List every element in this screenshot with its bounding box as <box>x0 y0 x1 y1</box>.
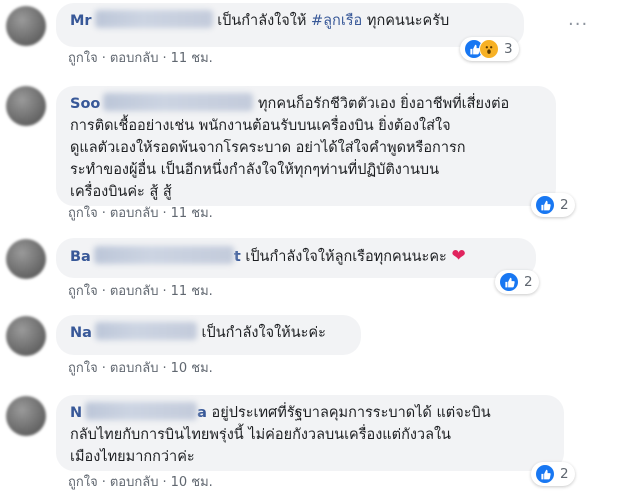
timestamp[interactable]: 10 ชม. <box>171 475 213 490</box>
comment-bubble: Na อยู่ประเทศที่รัฐบาลคุมการระบาดได้ แต่… <box>56 395 564 471</box>
comment-author[interactable]: Mr <box>70 10 213 29</box>
more-options-button[interactable]: ··· <box>568 14 588 35</box>
comment-3: Ba t เป็นกำลังใจให้ลูกเรือทุกคนนะคะ ❤ 2 ถ… <box>0 233 621 303</box>
like-icon <box>499 272 519 292</box>
comment-text-line: ทุกคนก็อรักชีวิตตัวเอง ยิ่งอาชีพที่เสี่ย… <box>257 96 510 112</box>
like-link[interactable]: ถูกใจ <box>68 206 98 221</box>
comment-bubble: Mr เป็นกำลังใจให้ #ลูกเรือ ทุกคนนะครับ <box>56 3 524 47</box>
comment-author[interactable]: Ba t <box>70 246 241 265</box>
wow-icon <box>479 39 499 59</box>
avatar[interactable] <box>6 86 46 126</box>
like-link[interactable]: ถูกใจ <box>68 361 98 376</box>
timestamp[interactable]: 10 ชม. <box>171 361 213 376</box>
comment-text-line: กลับไทยกับการบินไทยพรุ่งนี้ ไม่ค่อยกังวล… <box>70 427 451 443</box>
comment-author[interactable]: Soo <box>70 93 254 112</box>
avatar[interactable] <box>6 239 46 279</box>
avatar[interactable] <box>6 396 46 436</box>
comment-author[interactable]: Na <box>70 402 207 421</box>
like-link[interactable]: ถูกใจ <box>68 284 98 299</box>
comment-meta: ถูกใจ · ตอบกลับ · 11 ชม. <box>68 51 213 66</box>
comment-bubble: Soo ทุกคนก็อรักชีวิตตัวเอง ยิ่งอาชีพที่เ… <box>56 86 556 206</box>
reaction-count: 2 <box>560 197 569 213</box>
comment-text-line: ระทำของผู้อื่น เป็นอีกหนึ่งกำลังใจให้ทุก… <box>70 162 440 178</box>
redacted-name <box>103 93 254 111</box>
comment-4: Na เป็นกำลังใจให้นะค่ะ ถูกใจ · ตอบกลับ · 10 … <box>0 310 621 380</box>
comment-text: เป็นกำลังใจให้ลูกเรือทุกคนนะคะ <box>245 249 447 265</box>
like-link[interactable]: ถูกใจ <box>68 51 98 66</box>
reaction-summary[interactable]: 3 <box>460 37 519 61</box>
like-icon <box>535 195 555 215</box>
avatar[interactable] <box>6 316 46 356</box>
redacted-name <box>94 322 197 340</box>
comment-text: เป็นกำลังใจให้นะค่ะ <box>201 325 326 341</box>
comment-1: Mr เป็นกำลังใจให้ #ลูกเรือ ทุกคนนะครับ ·… <box>0 0 621 70</box>
comment-text-line: การติดเชื้ออย่างเช่น พนักงานต้อนรับบนเคร… <box>70 118 451 134</box>
timestamp[interactable]: 11 ชม. <box>171 206 213 221</box>
reply-link[interactable]: ตอบกลับ <box>110 51 159 66</box>
avatar[interactable] <box>6 6 46 46</box>
comment-meta: ถูกใจ · ตอบกลับ · 10 ชม. <box>68 475 213 490</box>
reply-link[interactable]: ตอบกลับ <box>110 284 159 299</box>
heart-emoji: ❤ <box>451 246 466 266</box>
reaction-summary[interactable]: 2 <box>495 270 539 294</box>
comment-meta: ถูกใจ · ตอบกลับ · 11 ชม. <box>68 206 213 221</box>
like-icon <box>535 464 555 484</box>
comment-text-line: ดูแลตัวเองให้รอดพ้นจากโรคระบาด อย่าได้ใส… <box>70 140 466 156</box>
comment-text: เป็นกำลังใจให้ #ลูกเรือ ทุกคนนะครับ <box>217 13 450 29</box>
reply-link[interactable]: ตอบกลับ <box>110 206 159 221</box>
reaction-count: 3 <box>504 41 513 57</box>
reaction-count: 2 <box>560 466 569 482</box>
redacted-name <box>85 402 198 420</box>
comment-5: Na อยู่ประเทศที่รัฐบาลคุมการระบาดได้ แต่… <box>0 390 621 498</box>
reply-link[interactable]: ตอบกลับ <box>110 475 159 490</box>
timestamp[interactable]: 11 ชม. <box>171 51 213 66</box>
timestamp[interactable]: 11 ชม. <box>171 284 213 299</box>
comment-meta: ถูกใจ · ตอบกลับ · 10 ชม. <box>68 361 213 376</box>
comment-text-line: อยู่ประเทศที่รัฐบาลคุมการระบาดได้ แต่จะบ… <box>211 405 491 421</box>
redacted-name <box>93 246 234 264</box>
comments-feed: Mr เป็นกำลังใจให้ #ลูกเรือ ทุกคนนะครับ ·… <box>0 0 621 498</box>
comment-meta: ถูกใจ · ตอบกลับ · 11 ชม. <box>68 284 213 299</box>
hashtag-link[interactable]: #ลูกเรือ <box>311 13 362 29</box>
comment-author[interactable]: Na <box>70 322 197 341</box>
like-link[interactable]: ถูกใจ <box>68 475 98 490</box>
reply-link[interactable]: ตอบกลับ <box>110 361 159 376</box>
reaction-summary[interactable]: 2 <box>531 462 575 486</box>
comment-2: Soo ทุกคนก็อรักชีวิตตัวเอง ยิ่งอาชีพที่เ… <box>0 80 621 230</box>
reaction-summary[interactable]: 2 <box>531 193 575 217</box>
redacted-name <box>94 10 213 28</box>
comment-text-line: เครื่องบินค่ะ สู้ สู้ <box>70 184 172 200</box>
comment-text-line: เมืองไทยมากกว่าค่ะ <box>70 449 195 465</box>
comment-bubble: Ba t เป็นกำลังใจให้ลูกเรือทุกคนนะคะ ❤ <box>56 238 536 278</box>
reaction-count: 2 <box>524 274 533 290</box>
comment-bubble: Na เป็นกำลังใจให้นะค่ะ <box>56 315 361 355</box>
